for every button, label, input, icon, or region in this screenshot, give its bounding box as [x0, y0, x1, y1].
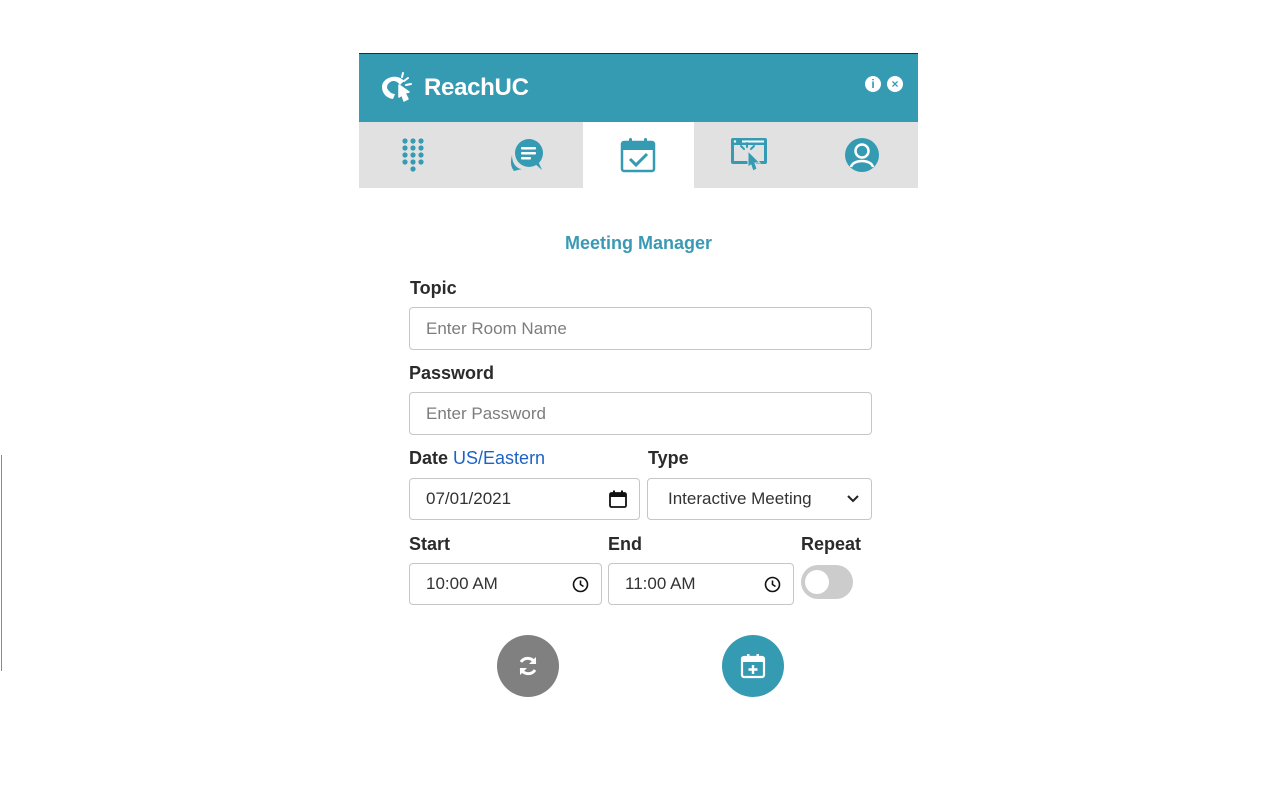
date-value: 07/01/2021 [426, 489, 512, 508]
type-value: Interactive Meeting [668, 489, 812, 508]
dialpad-icon [402, 138, 424, 172]
web-click-icon [731, 138, 768, 172]
user-icon [845, 138, 880, 172]
tab-profile[interactable] [806, 122, 918, 188]
timezone-link[interactable]: US/Eastern [453, 448, 545, 468]
calendar-check-icon [621, 138, 656, 173]
start-label: Start [409, 534, 451, 554]
topic-input[interactable]: Enter Room Name [409, 307, 872, 350]
date-input[interactable]: 07/01/2021 [409, 478, 640, 520]
calendar-icon[interactable] [609, 490, 639, 508]
page-title: Meeting Manager [564, 233, 713, 253]
clock-icon[interactable] [764, 576, 793, 593]
type-label: Type [648, 448, 689, 468]
start-time-input[interactable]: 10:00 AM [409, 563, 602, 605]
topic-label: Topic [410, 278, 457, 298]
password-placeholder: Enter Password [426, 403, 546, 423]
app-logo: ReachUC [378, 71, 529, 105]
password-label: Password [409, 363, 495, 383]
end-time-input[interactable]: 11:00 AM [608, 563, 794, 605]
tab-bar [359, 122, 918, 188]
app-header: ReachUC i × [359, 53, 918, 122]
end-label: End [608, 534, 642, 554]
reachuc-logo-icon [382, 72, 412, 102]
calendar-plus-icon [740, 654, 766, 679]
date-label: Date US/Eastern [409, 448, 545, 469]
start-time-value: 10:00 AM [426, 574, 498, 593]
chevron-down-icon [847, 495, 871, 503]
topic-placeholder: Enter Room Name [426, 318, 567, 338]
toggle-knob [805, 570, 829, 594]
clock-icon[interactable] [572, 576, 601, 593]
create-meeting-button[interactable] [722, 635, 784, 697]
chat-icon [510, 139, 543, 171]
app-panel: ReachUC i × [359, 53, 918, 188]
info-icon[interactable]: i [865, 76, 881, 92]
reset-button[interactable] [497, 635, 559, 697]
window-edge-line [1, 455, 2, 671]
close-icon[interactable]: × [887, 76, 903, 92]
tab-web[interactable] [694, 122, 806, 188]
tab-meetings[interactable] [582, 122, 695, 188]
type-select[interactable]: Interactive Meeting [647, 478, 872, 520]
tab-dialpad[interactable] [359, 122, 471, 188]
repeat-toggle[interactable] [801, 565, 853, 599]
date-label-text: Date [409, 448, 449, 468]
refresh-icon [519, 656, 537, 676]
end-time-value: 11:00 AM [625, 574, 696, 593]
app-name: ReachUC [424, 74, 529, 101]
password-input[interactable]: Enter Password [409, 392, 872, 435]
tab-chat[interactable] [471, 122, 583, 188]
repeat-label: Repeat [801, 534, 862, 554]
